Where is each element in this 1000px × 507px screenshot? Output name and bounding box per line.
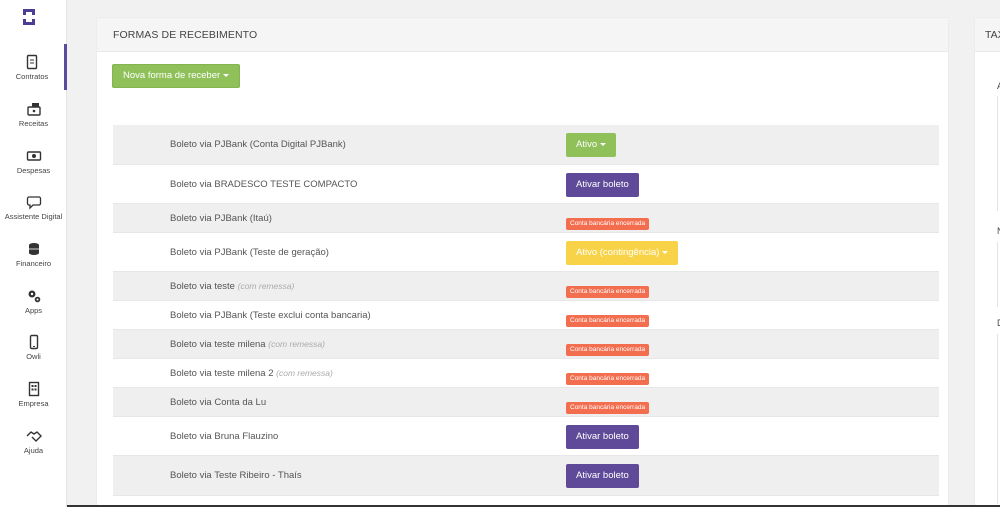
sidebar-item-label: Despesas [16, 166, 51, 175]
row-name: Boleto via teste milena (com remessa) [170, 339, 325, 350]
sidebar-item-label: Assistente Digital [4, 212, 63, 221]
cash-register-icon [26, 103, 41, 116]
row-name: Boleto via Bruna Flauzino [170, 431, 279, 442]
table-row: Boleto via PJBank (Itaú) Conta bancária … [113, 204, 939, 233]
logo-icon[interactable] [20, 7, 38, 27]
new-payment-method-button[interactable]: Nova forma de receber [112, 64, 241, 88]
status-badge: Conta bancária encerrada [566, 344, 650, 356]
sidebar-item-label: Apps [24, 306, 43, 315]
status-badge: Conta bancária encerrada [566, 218, 650, 230]
table-row: Boleto via Bruna Flauzino Ativar boleto [113, 417, 939, 456]
sidebar-item-assistente-digital[interactable]: Assistente Digital [0, 194, 67, 221]
sidebar-item-ajuda[interactable]: Ajuda [0, 428, 67, 455]
row-name: Boleto via PJBank (Teste de geração) [170, 247, 329, 258]
sidebar-item-label: Owli [26, 352, 41, 361]
status-contingency-dropdown[interactable]: Ativo (contingência) [566, 241, 679, 265]
mobile-phone-icon [29, 334, 38, 350]
handshake-icon [26, 431, 42, 442]
row-name: Boleto via teste milena 2 (com remessa) [170, 368, 333, 379]
row-name: Boleto via teste (com remessa) [170, 281, 295, 292]
sidebar-item-label: Ajuda [23, 446, 44, 455]
row-name: Boleto via Conta da Lu [170, 397, 267, 408]
table-row: Boleto via Teste Ribeiro - Thaís Ativar … [113, 456, 939, 496]
sidebar: Contratos Receitas Despesas Assistente D… [0, 0, 67, 507]
sidebar-item-apps[interactable]: Apps [0, 288, 67, 315]
table-row: Boleto via BRADESCO TESTE COMPACTO Ativa… [113, 165, 939, 204]
sidebar-item-label: Financeiro [15, 259, 52, 268]
chat-bubble-icon [26, 196, 41, 210]
sidebar-item-label: Contratos [15, 72, 49, 81]
document-icon [26, 54, 38, 70]
sidebar-item-label: Empresa [18, 399, 49, 408]
status-badge: Conta bancária encerrada [566, 373, 650, 385]
sidebar-item-empresa[interactable]: Empresa [0, 381, 67, 408]
table-row: Boleto via Conta da Lu Conta bancária en… [113, 388, 939, 417]
payment-methods-table: Boleto via PJBank (Conta Digital PJBank)… [113, 125, 939, 496]
new-payment-method-label: Nova forma de receber [123, 70, 221, 81]
payment-methods-panel: FORMAS DE RECEBIMENTO Nova forma de rece… [96, 17, 949, 507]
status-badge: Conta bancária encerrada [566, 402, 650, 414]
table-row: Boleto via teste milena 2 (com remessa) … [113, 359, 939, 388]
coins-stack-icon [28, 243, 39, 255]
table-row: Boleto via PJBank (Teste de geração) Ati… [113, 233, 939, 272]
row-name: Boleto via PJBank (Itaú) [170, 213, 272, 224]
sidebar-item-financeiro[interactable]: Financeiro [0, 241, 67, 268]
activate-boleto-button[interactable]: Ativar boleto [566, 425, 639, 449]
activate-boleto-button[interactable]: Ativar boleto [566, 173, 639, 197]
row-name: Boleto via PJBank (Teste exclui conta ba… [170, 310, 371, 321]
gears-icon [28, 290, 40, 303]
table-row: Boleto via PJBank (Conta Digital PJBank)… [113, 125, 939, 165]
row-name: Boleto via BRADESCO TESTE COMPACTO [170, 179, 358, 190]
row-name: Boleto via Teste Ribeiro - Thaís [170, 470, 302, 481]
caret-down-icon [600, 142, 607, 146]
status-badge: Conta bancária encerrada [566, 315, 650, 327]
sidebar-item-label: Receitas [18, 119, 49, 128]
table-row: Boleto via teste milena (com remessa) Co… [113, 330, 939, 359]
status-badge: Conta bancária encerrada [566, 286, 650, 298]
right-panel: TAX A N D [974, 17, 1000, 507]
panel-title: FORMAS DE RECEBIMENTO [97, 18, 948, 52]
table-row: Boleto via teste (com remessa) Conta ban… [113, 272, 939, 301]
table-row: Boleto via PJBank (Teste exclui conta ba… [113, 301, 939, 330]
sidebar-item-despesas[interactable]: Despesas [0, 148, 67, 175]
sidebar-item-owli[interactable]: Owli [0, 334, 67, 361]
building-icon [28, 381, 39, 397]
activate-boleto-button[interactable]: Ativar boleto [566, 464, 639, 488]
caret-down-icon [223, 73, 230, 77]
sidebar-item-contratos[interactable]: Contratos [0, 44, 67, 90]
status-active-dropdown[interactable]: Ativo [566, 133, 617, 157]
caret-down-icon [662, 250, 669, 254]
right-panel-title: TAX [975, 18, 1000, 52]
row-name: Boleto via PJBank (Conta Digital PJBank) [170, 139, 346, 150]
sidebar-item-receitas[interactable]: Receitas [0, 101, 67, 128]
money-bill-icon [26, 151, 41, 161]
